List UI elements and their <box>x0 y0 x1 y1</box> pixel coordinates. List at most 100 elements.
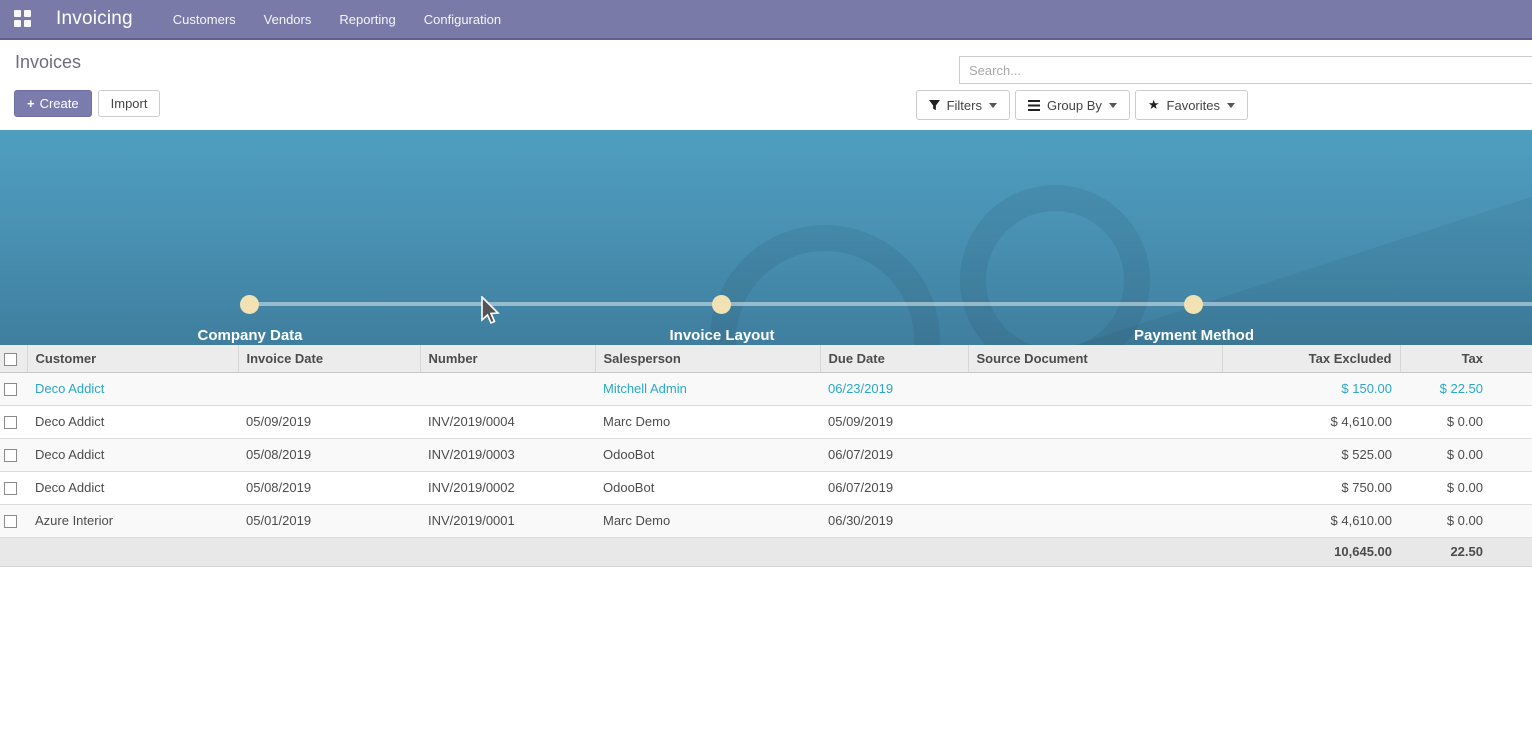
step-title: Payment Method <box>1134 327 1254 344</box>
cell-source-document[interactable] <box>968 504 1222 537</box>
col-header-number[interactable]: Number <box>420 345 595 372</box>
onboarding-step-company-data: Company Data Set your company's data for… <box>90 327 410 345</box>
row-checkbox[interactable] <box>4 515 17 528</box>
col-header-salesperson[interactable]: Salesperson <box>595 345 820 372</box>
cell-customer[interactable]: Deco Addict <box>27 405 238 438</box>
cell-customer[interactable]: Deco Addict <box>27 471 238 504</box>
filters-button[interactable]: Filters <box>916 90 1010 120</box>
row-checkbox[interactable] <box>4 383 17 396</box>
step-title: Company Data <box>197 327 302 344</box>
cell-due-date[interactable]: 06/07/2019 <box>820 471 968 504</box>
cell-invoice-date[interactable]: 05/08/2019 <box>238 438 420 471</box>
menu-item-reporting[interactable]: Reporting <box>339 12 395 27</box>
cell-tax[interactable]: $ 0.00 <box>1400 405 1532 438</box>
import-button[interactable]: Import <box>98 90 161 117</box>
caret-down-icon <box>1109 103 1117 108</box>
cell-customer[interactable]: Deco Addict <box>27 372 238 405</box>
cell-source-document[interactable] <box>968 438 1222 471</box>
cell-invoice-date[interactable]: 05/09/2019 <box>238 405 420 438</box>
cell-due-date[interactable]: 05/09/2019 <box>820 405 968 438</box>
checkbox-cell <box>0 372 27 405</box>
total-tax-excluded: 10,645.00 <box>1222 537 1400 566</box>
menu-item-vendors[interactable]: Vendors <box>264 12 312 27</box>
row-checkbox[interactable] <box>4 416 17 429</box>
banner-decoration <box>945 170 1165 345</box>
invoices-table: Customer Invoice Date Number Salesperson… <box>0 345 1532 567</box>
col-header-source-document[interactable]: Source Document <box>968 345 1222 372</box>
totals-row: 10,645.00 22.50 <box>0 537 1532 566</box>
cell-salesperson[interactable]: Mitchell Admin <box>595 372 820 405</box>
cell-tax-excluded[interactable]: $ 150.00 <box>1222 372 1400 405</box>
caret-down-icon <box>989 103 997 108</box>
filter-bar: Filters Group By ★ Favorites <box>916 90 1248 120</box>
cell-due-date[interactable]: 06/23/2019 <box>820 372 968 405</box>
onboarding-timeline <box>250 302 1532 306</box>
cell-number[interactable]: INV/2019/0004 <box>420 405 595 438</box>
invoicing-page: Invoicing Customers Vendors Reporting Co… <box>0 0 1532 753</box>
favorites-star-icon: ★ <box>1148 97 1160 113</box>
table-row[interactable]: Deco Addict 05/08/2019 INV/2019/0002 Odo… <box>0 471 1532 504</box>
cell-tax-excluded[interactable]: $ 4,610.00 <box>1222 405 1400 438</box>
step-dot-company-data <box>240 295 259 314</box>
navbar-menu: Customers Vendors Reporting Configuratio… <box>173 12 501 27</box>
control-panel: Invoices +Create Import Filters Group By… <box>0 40 1532 130</box>
cell-invoice-date[interactable] <box>238 372 420 405</box>
cell-number[interactable] <box>420 372 595 405</box>
checkbox-cell <box>0 471 27 504</box>
col-header-invoice-date[interactable]: Invoice Date <box>238 345 420 372</box>
cell-salesperson[interactable]: OdooBot <box>595 471 820 504</box>
group-by-button[interactable]: Group By <box>1015 90 1130 120</box>
cell-source-document[interactable] <box>968 372 1222 405</box>
col-header-due-date[interactable]: Due Date <box>820 345 968 372</box>
row-checkbox[interactable] <box>4 449 17 462</box>
group-by-icon <box>1028 100 1040 111</box>
favorites-button[interactable]: ★ Favorites <box>1135 90 1248 120</box>
table-row[interactable]: Deco Addict Mitchell Admin 06/23/2019 $ … <box>0 372 1532 405</box>
cell-tax[interactable]: $ 22.50 <box>1400 372 1532 405</box>
table-header-row: Customer Invoice Date Number Salesperson… <box>0 345 1532 372</box>
cell-tax-excluded[interactable]: $ 4,610.00 <box>1222 504 1400 537</box>
col-header-customer[interactable]: Customer <box>27 345 238 372</box>
apps-menu-icon[interactable] <box>14 10 32 28</box>
onboarding-step-invoice-layout: Invoice Layout Customize the look of you… <box>562 327 882 345</box>
cell-due-date[interactable]: 06/30/2019 <box>820 504 968 537</box>
row-checkbox[interactable] <box>4 482 17 495</box>
cell-number[interactable]: INV/2019/0001 <box>420 504 595 537</box>
table-row[interactable]: Azure Interior 05/01/2019 INV/2019/0001 … <box>0 504 1532 537</box>
cell-source-document[interactable] <box>968 471 1222 504</box>
search-input[interactable] <box>959 56 1532 84</box>
cell-tax[interactable]: $ 0.00 <box>1400 471 1532 504</box>
cell-invoice-date[interactable]: 05/01/2019 <box>238 504 420 537</box>
table-row[interactable]: Deco Addict 05/08/2019 INV/2019/0003 Odo… <box>0 438 1532 471</box>
checkbox-cell <box>0 405 27 438</box>
step-dot-invoice-layout <box>712 295 731 314</box>
cell-salesperson[interactable]: Marc Demo <box>595 405 820 438</box>
step-title: Invoice Layout <box>669 327 774 344</box>
cell-customer[interactable]: Azure Interior <box>27 504 238 537</box>
col-header-tax[interactable]: Tax <box>1400 345 1532 372</box>
cell-customer[interactable]: Deco Addict <box>27 438 238 471</box>
cell-tax[interactable]: $ 0.00 <box>1400 504 1532 537</box>
cell-invoice-date[interactable]: 05/08/2019 <box>238 471 420 504</box>
onboarding-banner: Company Data Set your company's data for… <box>0 130 1532 345</box>
cell-due-date[interactable]: 06/07/2019 <box>820 438 968 471</box>
total-tax: 22.50 <box>1400 537 1532 566</box>
cell-tax[interactable]: $ 0.00 <box>1400 438 1532 471</box>
cell-tax-excluded[interactable]: $ 750.00 <box>1222 471 1400 504</box>
cell-salesperson[interactable]: OdooBot <box>595 438 820 471</box>
step-dot-payment-method <box>1184 295 1203 314</box>
cp-buttons: +Create Import <box>14 90 160 117</box>
create-button[interactable]: +Create <box>14 90 92 117</box>
col-header-tax-excluded[interactable]: Tax Excluded <box>1222 345 1400 372</box>
cell-number[interactable]: INV/2019/0002 <box>420 471 595 504</box>
select-all-checkbox[interactable] <box>4 353 17 366</box>
menu-item-configuration[interactable]: Configuration <box>424 12 501 27</box>
onboarding-step-payment-method: Payment Method Configure your payment me… <box>1034 327 1354 345</box>
cell-tax-excluded[interactable]: $ 525.00 <box>1222 438 1400 471</box>
cell-salesperson[interactable]: Marc Demo <box>595 504 820 537</box>
checkbox-cell <box>0 504 27 537</box>
cell-source-document[interactable] <box>968 405 1222 438</box>
cell-number[interactable]: INV/2019/0003 <box>420 438 595 471</box>
table-row[interactable]: Deco Addict 05/09/2019 INV/2019/0004 Mar… <box>0 405 1532 438</box>
menu-item-customers[interactable]: Customers <box>173 12 236 27</box>
